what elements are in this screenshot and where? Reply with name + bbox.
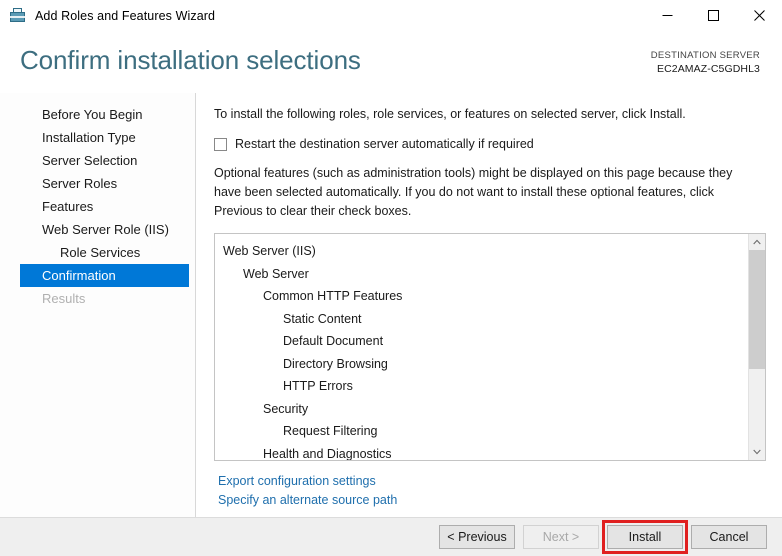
button-wrapper: Next > — [523, 525, 599, 549]
link-specify-an-alternate-source-path[interactable]: Specify an alternate source path — [218, 491, 397, 510]
tree-item: Common HTTP Features — [263, 289, 403, 304]
button-wrapper: Cancel — [691, 525, 767, 549]
restart-checkbox[interactable] — [214, 137, 227, 151]
destination-server-label: DESTINATION SERVER — [650, 50, 760, 61]
title-bar: Add Roles and Features Wizard — [0, 0, 782, 31]
sidebar-item-features[interactable]: Features — [20, 195, 189, 218]
button-wrapper: < Previous — [439, 525, 515, 549]
chevron-down-icon — [753, 450, 761, 455]
close-button[interactable] — [736, 0, 782, 31]
tree-item: Request Filtering — [283, 424, 378, 439]
button-wrapper: Install — [602, 520, 688, 554]
wizard-body: Before You Begin Installation Type Server … — [0, 93, 782, 517]
sidebar-item-before-you-begin[interactable]: Before You Begin — [20, 103, 189, 126]
tree-item: Health and Diagnostics — [263, 446, 392, 461]
listbox-scrollbar[interactable] — [748, 234, 765, 461]
destination-server-info: DESTINATION SERVER EC2AMAZ-C5GDHL3 — [651, 50, 760, 76]
scrollbar-track[interactable] — [749, 250, 765, 444]
cancel-button[interactable]: Cancel — [691, 525, 767, 549]
minimize-icon — [662, 15, 672, 16]
role-tree: Web Server (IIS) Web Server Common HTTP Fe… — [215, 234, 748, 460]
tree-item: Web Server (IIS) — [223, 244, 316, 259]
add-roles-features-wizard-window: Add Roles and Features Wizard Confirm in… — [0, 0, 782, 556]
sidebar-item-installation-type[interactable]: Installation Type — [20, 126, 189, 149]
sidebar-item-server-roles[interactable]: Server Roles — [20, 172, 189, 195]
minimize-button[interactable] — [644, 0, 690, 31]
maximize-button[interactable] — [690, 0, 736, 31]
wizard-step-navigation: Before You Begin Installation Type Server … — [0, 93, 196, 517]
content-links: Export configuration settings Specify an … — [214, 472, 766, 509]
window-title: Add Roles and Features Wizard — [35, 8, 216, 23]
install-button[interactable]: Install — [607, 525, 683, 549]
optional-features-note: Optional features (such as administratio… — [214, 166, 733, 218]
page-title: Confirm installation selections — [20, 45, 361, 75]
sidebar-item-server-selection[interactable]: Server Selection — [20, 149, 189, 172]
restart-checkbox-label[interactable]: Restart the destination server automatic… — [235, 137, 534, 151]
previous-button[interactable]: < Previous — [439, 525, 515, 549]
intro-text: To install the following roles, role ser… — [214, 107, 686, 121]
window-controls — [644, 0, 782, 31]
selected-roles-listbox[interactable]: Web Server (IIS) Web Server Common HTTP Fe… — [214, 233, 766, 462]
sidebar-item-confirmation[interactable]: Confirmation — [20, 264, 189, 287]
next-button: Next > — [523, 525, 599, 549]
restart-checkbox-row[interactable]: Restart the destination server automatic… — [214, 137, 766, 151]
tree-item: Static Content — [283, 311, 362, 326]
page-header: Confirm installation selections DESTINAT… — [0, 31, 782, 93]
tree-item: Default Document — [283, 334, 384, 349]
tree-item: Directory Browsing — [283, 356, 388, 371]
close-icon — [753, 10, 765, 21]
tree-item: HTTP Errors — [283, 379, 353, 394]
link-export-configuration-settings[interactable]: Export configuration settings — [218, 472, 376, 491]
tree-item: Web Server — [243, 266, 309, 281]
sidebar-item-results: Results — [42, 291, 86, 306]
maximize-icon — [707, 10, 719, 21]
wizard-footer: < Previous Next > Install Cancel — [0, 517, 782, 556]
chevron-up-icon — [753, 239, 761, 245]
destination-server-name: EC2AMAZ-C5GDHL3 — [656, 62, 760, 75]
sidebar-item-web-server-role-iis[interactable]: Web Server Role (IIS) — [20, 218, 189, 241]
toolbox-icon — [9, 7, 26, 24]
scrollbar-thumb[interactable] — [749, 250, 765, 369]
sidebar-item-role-services[interactable]: Role Services — [20, 241, 189, 264]
tree-item: Security — [263, 401, 309, 416]
scroll-up-button[interactable] — [749, 234, 765, 250]
scroll-down-button[interactable] — [749, 444, 765, 460]
wizard-content: To install the following roles, role ser… — [196, 93, 782, 517]
